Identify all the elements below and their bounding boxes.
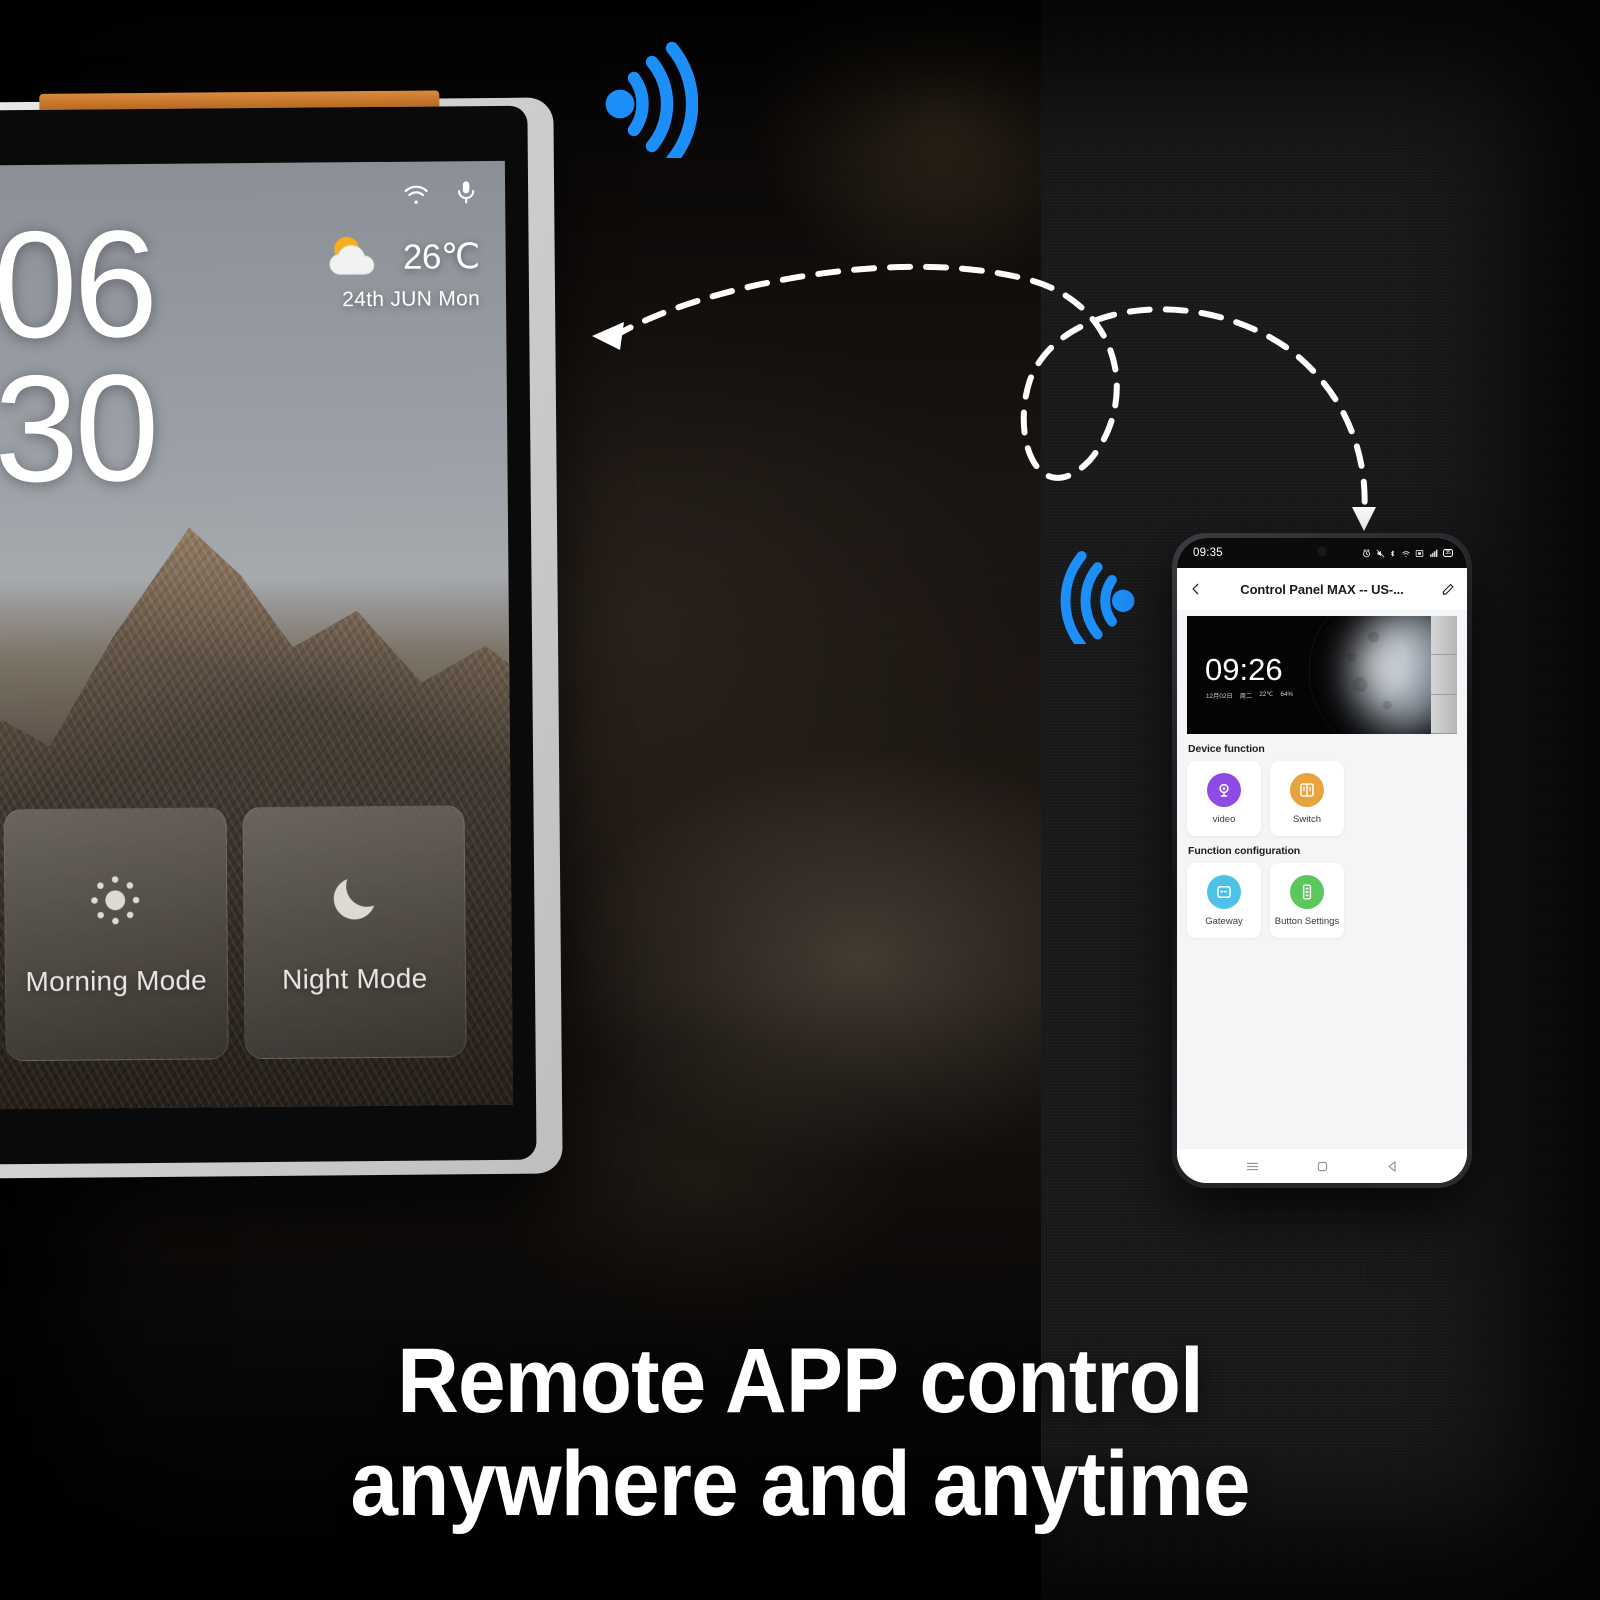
crescent-moon-image <box>1309 616 1431 734</box>
sd-card-icon <box>1415 549 1424 557</box>
gateway-icon <box>1207 874 1241 909</box>
tile-switch[interactable]: Switch <box>1270 761 1344 836</box>
phone-app-body: 09:26 12月02日 周二 22℃ 64% Device function <box>1177 610 1467 1149</box>
tile-switch-label: Switch <box>1293 813 1321 825</box>
battery-level-label: 35 <box>1445 549 1451 556</box>
phone-status-time: 09:35 <box>1193 547 1223 559</box>
device-preview-screen: 09:26 12月02日 周二 22℃ 64% <box>1187 616 1431 734</box>
phone-app-header: Control Panel MAX -- US-... <box>1177 568 1467 610</box>
night-mode-label: Night Mode <box>282 962 428 995</box>
pencil-edit-icon[interactable] <box>1441 582 1455 597</box>
marketing-headline: Remote APP control anywhere and anytime <box>56 1330 1544 1536</box>
headline-line-1: Remote APP control <box>397 1329 1204 1432</box>
wifi-signal-icon-left <box>605 41 698 158</box>
signal-bars-icon <box>1429 549 1437 557</box>
headline-line-2: anywhere and anytime <box>350 1432 1250 1535</box>
tablet-weather-widget: 26℃ 24th JUN Mon <box>321 231 480 312</box>
switch-panel-icon <box>1290 772 1324 807</box>
function-configuration-tiles: Gateway Button Settings <box>1187 863 1457 938</box>
sun-behind-cloud-icon <box>329 236 375 275</box>
wifi-signal-icon-right <box>1060 551 1135 644</box>
night-mode-button[interactable]: Night Mode <box>241 805 467 1060</box>
section-title-function-configuration: Function configuration <box>1188 845 1301 857</box>
home-icon[interactable] <box>1315 1159 1330 1174</box>
tablet-date: 24th JUN Mon <box>342 287 481 312</box>
wall-control-panel-tablet: 06 30 26℃ 24th JUN Mon Morning Mode Nigh… <box>0 90 563 1179</box>
button-list-icon <box>1290 874 1324 909</box>
front-camera-icon <box>1315 545 1329 558</box>
device-preview-humidity: 64% <box>1280 691 1294 698</box>
tile-video[interactable]: video <box>1187 761 1261 836</box>
device-preview-time: 09:26 <box>1205 652 1283 687</box>
battery-icon: 35 <box>1443 549 1453 557</box>
tile-gateway-label: Gateway <box>1205 915 1243 927</box>
phone-app-title: Control Panel MAX -- US-... <box>1240 581 1404 597</box>
tablet-bezel: 06 30 26℃ 24th JUN Mon Morning Mode Nigh… <box>0 105 537 1165</box>
mute-icon <box>1376 549 1384 557</box>
wifi-icon <box>1401 550 1410 557</box>
device-function-tiles: video Switch <box>1187 761 1457 836</box>
morning-mode-label: Morning Mode <box>25 964 208 998</box>
alarm-icon <box>1363 548 1370 557</box>
device-preview-card[interactable]: 09:26 12月02日 周二 22℃ 64% <box>1187 616 1457 734</box>
tablet-screen: 06 30 26℃ 24th JUN Mon Morning Mode Nigh… <box>0 160 514 1110</box>
moon-icon <box>333 879 374 920</box>
recents-icon[interactable] <box>1245 1159 1260 1174</box>
tile-gateway[interactable]: Gateway <box>1187 863 1261 938</box>
bluetooth-icon <box>1390 550 1395 556</box>
tablet-status-bar <box>399 177 479 208</box>
device-preview-weekday: 周二 <box>1239 693 1253 700</box>
tablet-clock-hours: 06 <box>0 198 155 371</box>
device-side-button-mid <box>1431 655 1457 695</box>
tablet-clock-minutes: 30 <box>0 343 156 515</box>
sun-icon <box>91 876 140 925</box>
phone-nav-bar <box>1177 1149 1467 1183</box>
tablet-clock: 06 30 <box>0 198 156 515</box>
phone-status-bar: 09:35 35 <box>1177 538 1467 568</box>
tablet-mode-buttons: Morning Mode Night Mode <box>3 805 467 1062</box>
phone-screen: 09:35 35 Control Panel MAX -- US-... 09:… <box>1177 538 1467 1183</box>
device-preview-subline: 12月02日 周二 22℃ 64% <box>1206 691 1293 700</box>
camera-icon <box>1207 772 1241 807</box>
device-preview-temperature: 22℃ <box>1259 691 1274 698</box>
tile-button-settings[interactable]: Button Settings <box>1270 863 1344 938</box>
device-side-buttons <box>1431 616 1457 734</box>
back-icon[interactable] <box>1385 1159 1400 1174</box>
chevron-left-icon[interactable] <box>1189 581 1203 597</box>
wifi-icon <box>404 185 428 204</box>
tablet-temperature: 26℃ <box>402 237 480 277</box>
device-preview-date: 12月02日 <box>1206 693 1233 700</box>
microphone-icon <box>458 181 475 204</box>
tile-button-settings-label: Button Settings <box>1274 915 1340 927</box>
smartphone-mockup: 09:35 35 Control Panel MAX -- US-... 09:… <box>1172 533 1472 1188</box>
morning-mode-button[interactable]: Morning Mode <box>3 807 229 1062</box>
section-title-device-function: Device function <box>1188 743 1265 755</box>
device-side-button-top <box>1431 616 1457 656</box>
tile-video-label: video <box>1212 813 1236 825</box>
device-side-button-bottom <box>1431 695 1457 734</box>
phone-system-icons: 35 <box>1362 548 1453 558</box>
